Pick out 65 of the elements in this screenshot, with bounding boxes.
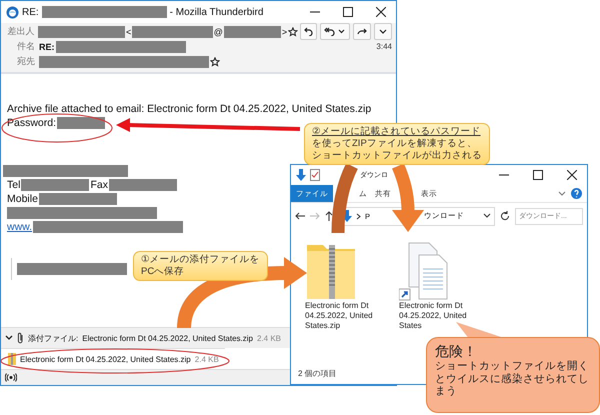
help-icon[interactable] (571, 188, 582, 199)
star-icon[interactable] (288, 26, 298, 36)
attachment-name: Electronic form Dt 04.25.2022, United States.zip (82, 334, 253, 342)
dropdown-icon[interactable] (483, 213, 491, 219)
zip-file-icon (8, 353, 16, 365)
reply-all-button[interactable] (320, 23, 350, 40)
file-name[interactable]: Electronic form Dt 04.25.2022, United States.zip (305, 301, 381, 331)
item-count-text: 2 個の項目 (298, 368, 337, 380)
more-button[interactable] (374, 23, 392, 40)
text: Mobile (7, 193, 38, 205)
redaction-bar (108, 179, 177, 191)
forward-button[interactable] (353, 23, 372, 40)
reply-all-icon (324, 27, 346, 36)
download-arrow-icon (296, 169, 306, 181)
redaction-bar (57, 117, 106, 129)
attachment-name: Electronic form Dt 04.25.2022, United States.zip (20, 354, 191, 364)
callout-text: ①メールの添付ファイルを (141, 254, 260, 266)
time-text: 3:44 (376, 42, 392, 51)
file-name[interactable]: Electronic form Dt 04.25.2022, United States (399, 301, 475, 331)
callout-text: を使ってZIPファイルを解凍すると、 (312, 138, 478, 150)
callout-text: ②メールに記載されているパスワード (312, 126, 482, 138)
reply-button[interactable] (300, 23, 318, 40)
text: @ (214, 26, 223, 36)
up-icon[interactable] (325, 211, 333, 221)
download-arrow-icon (342, 210, 352, 222)
redaction-bar (21, 179, 90, 191)
forward-icon (357, 27, 368, 36)
field-label: 宛先 (16, 55, 35, 68)
chevron-right-icon (356, 212, 361, 220)
minimize-icon[interactable] (310, 11, 320, 13)
checklist-icon[interactable] (310, 169, 320, 181)
attachment-size: 2.4 KB (194, 354, 219, 364)
chevron-icon[interactable] (5, 335, 13, 341)
paperclip-icon (17, 332, 24, 344)
antenna-icon (5, 373, 17, 382)
minimize-icon[interactable] (499, 174, 509, 176)
text: Fax (90, 179, 108, 191)
close-icon[interactable] (567, 170, 577, 180)
text: Password: (7, 117, 56, 129)
subject-prefix: RE: (39, 42, 54, 52)
text: - Mozilla Thunderbird (170, 6, 264, 18)
maximize-icon[interactable] (533, 170, 543, 180)
close-icon[interactable] (376, 7, 386, 17)
text: RE: (22, 6, 39, 18)
field-label: 件名 (16, 40, 35, 53)
text: Tel (7, 179, 20, 191)
attachment-size: 2.4 KB (257, 334, 282, 342)
back-icon[interactable] (295, 212, 305, 220)
reply-icon (304, 27, 314, 36)
maximize-icon[interactable] (343, 7, 353, 17)
callout-text: PCへ保存 (141, 266, 186, 278)
app-logo-icon (6, 6, 19, 18)
redaction-bar (224, 26, 281, 38)
star-icon[interactable] (210, 56, 220, 66)
callout-text: ショートカットファイルが出力される (312, 150, 482, 162)
attachment-label: 添付ファイル: (28, 332, 78, 344)
warning-text: ショートカットファイルを開くとウイルスに感染させられてしまう (435, 360, 590, 398)
text: Archive file attached to email: Electronic form Dt 04.25.2022, United States.zip (7, 103, 372, 115)
caret-icon (378, 27, 388, 36)
text: > (282, 26, 288, 36)
field-label: 差出人 (6, 25, 34, 38)
refresh-icon[interactable] (500, 211, 510, 221)
text: < (126, 26, 132, 36)
website-link[interactable]: www. (7, 221, 32, 233)
warning-title: 危険！ (435, 343, 478, 360)
